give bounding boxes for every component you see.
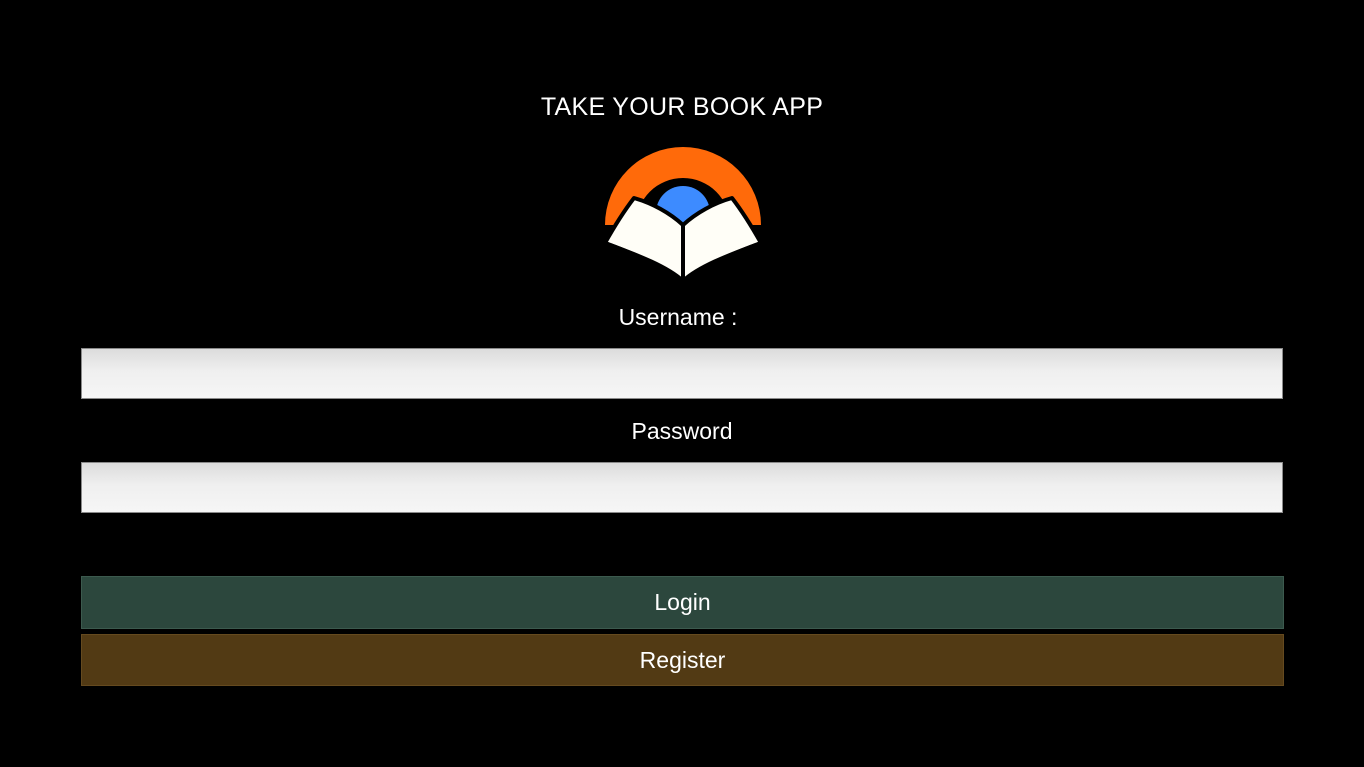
login-screen: TAKE YOUR BOOK APP Username : Password L… [0,0,1364,767]
username-input[interactable] [81,348,1283,399]
login-button[interactable]: Login [81,576,1284,629]
password-label: Password [631,418,733,444]
password-input[interactable] [81,462,1283,513]
register-button[interactable]: Register [81,634,1284,686]
login-button-label: Login [654,589,711,615]
app-title: TAKE YOUR BOOK APP [540,93,824,121]
register-button-label: Register [639,646,726,673]
username-label: Username : [618,304,738,330]
open-book-logo-icon [603,147,763,285]
